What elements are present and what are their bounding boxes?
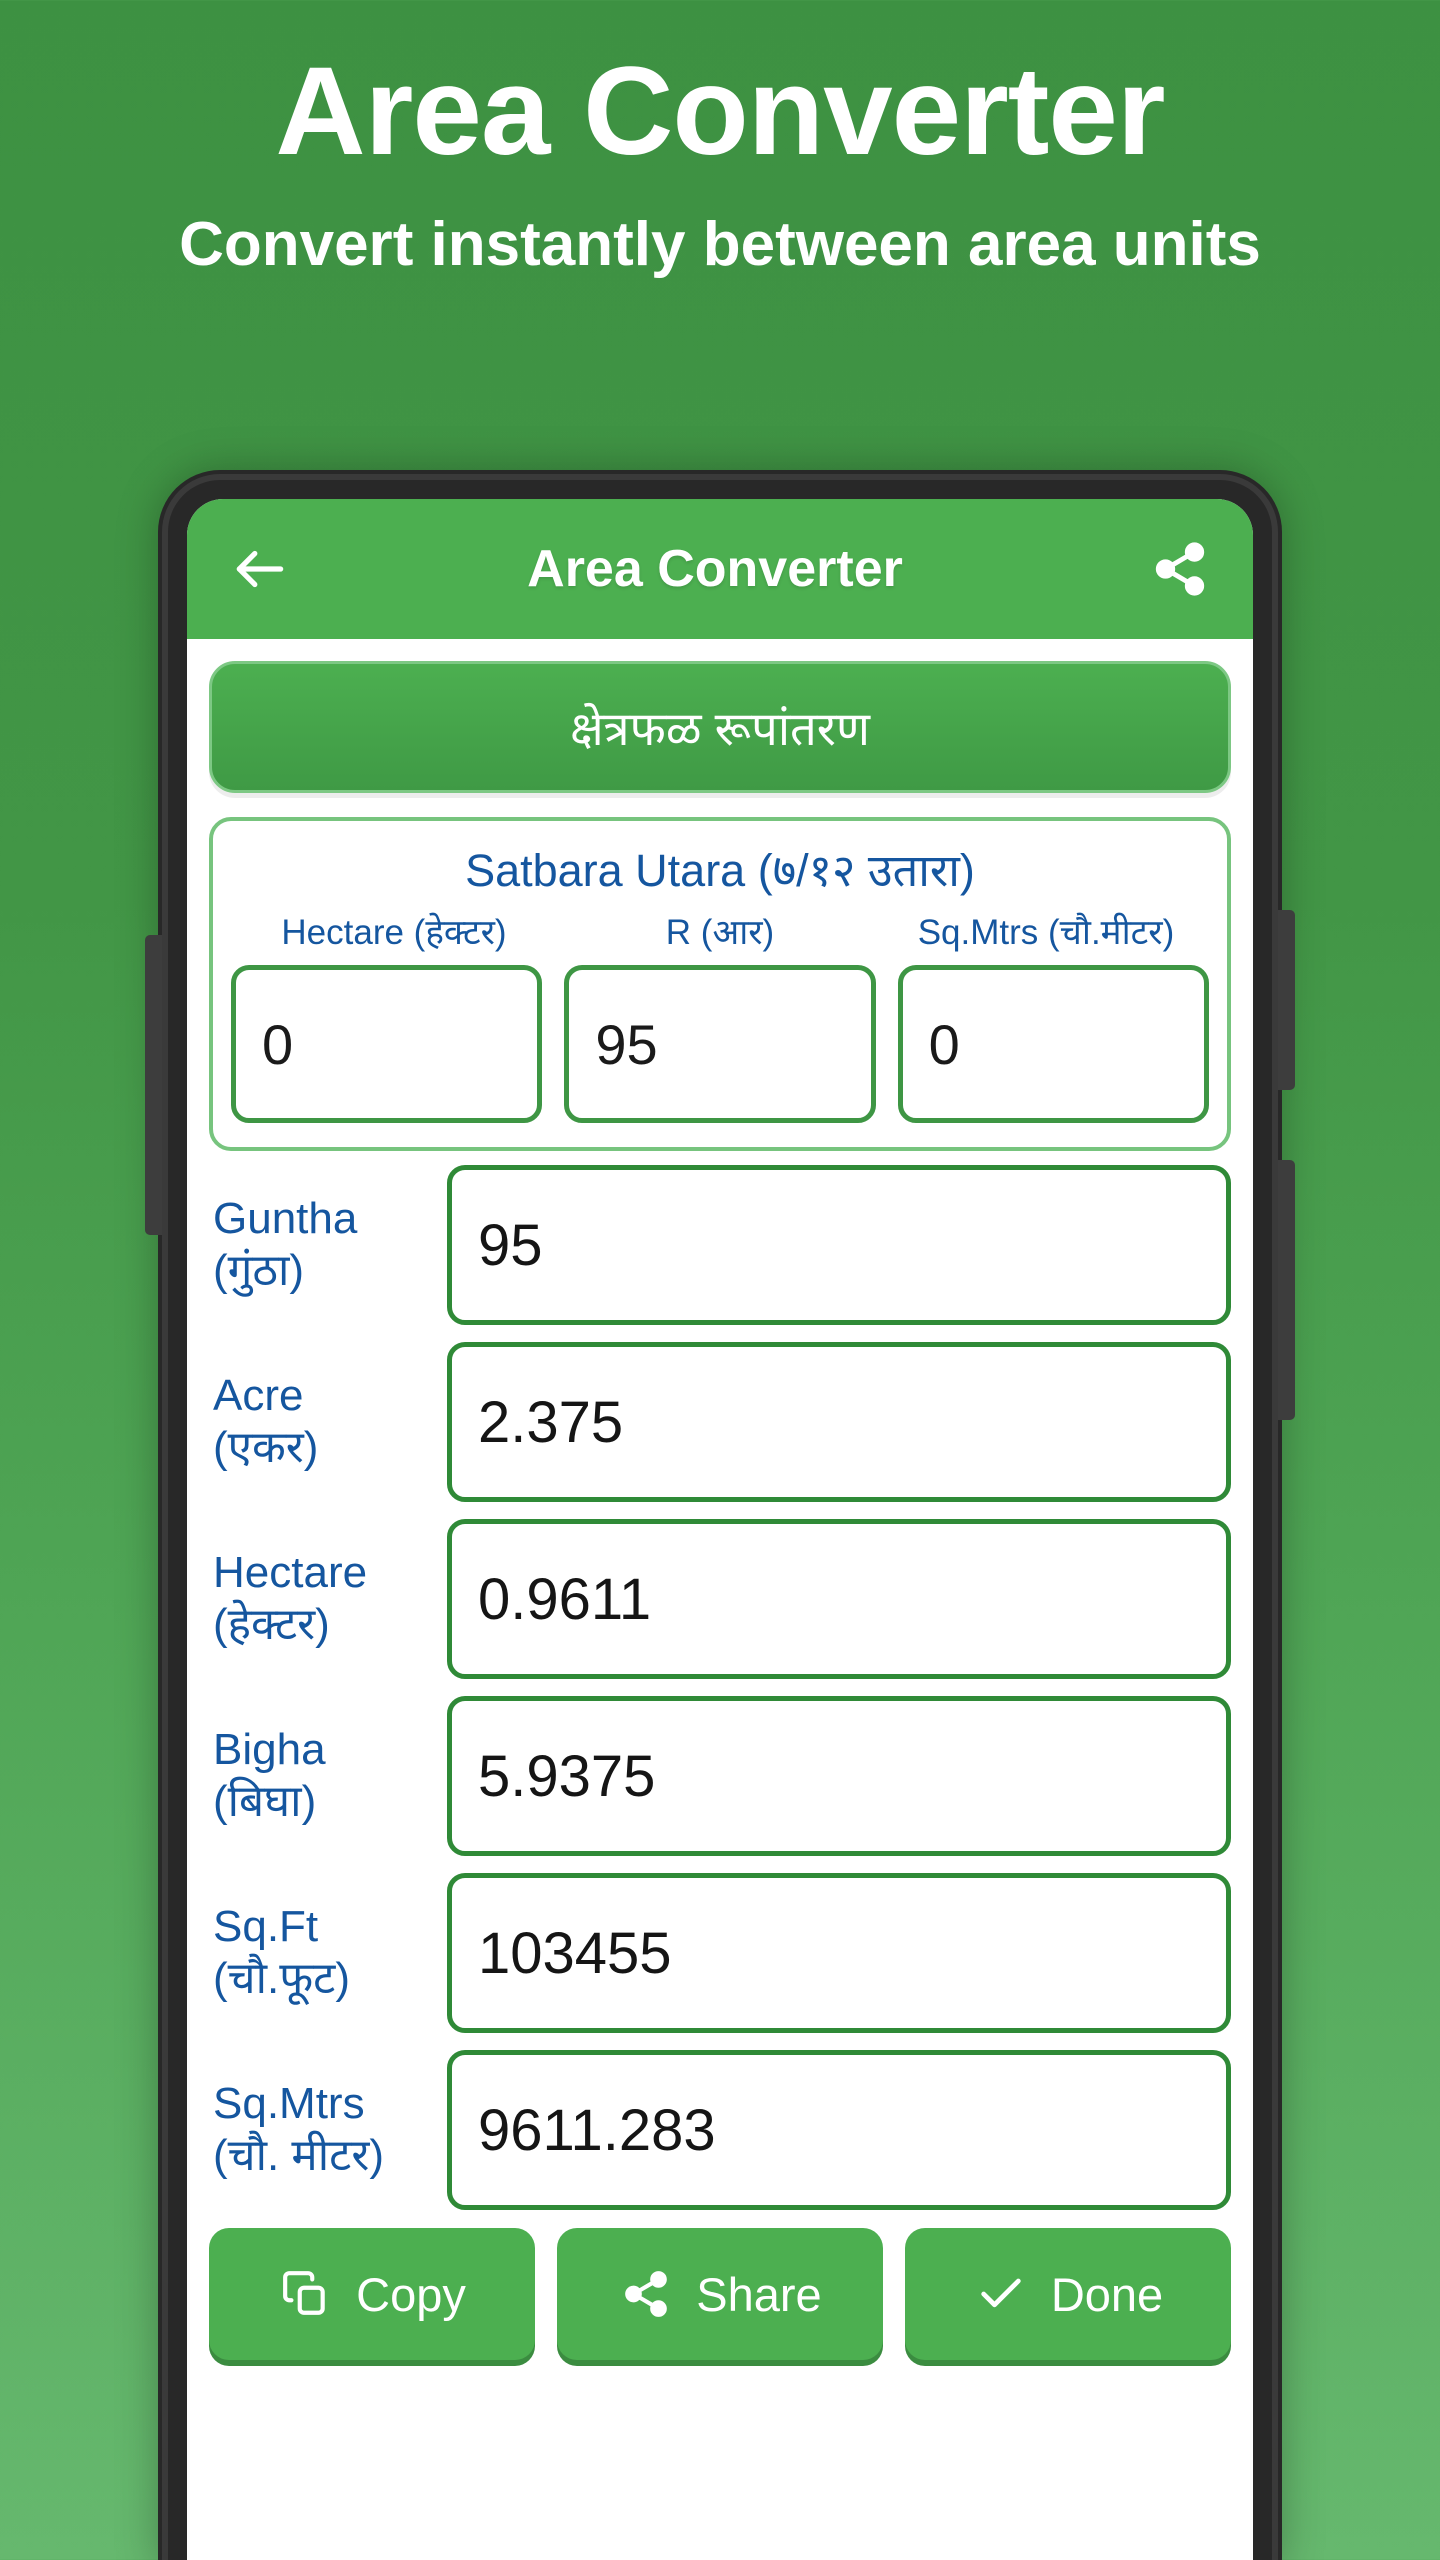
share-button[interactable]: Share: [557, 2228, 883, 2360]
satbara-label-r: R (आर): [665, 913, 775, 952]
conversion-label-bigha-mr: (बिघा): [213, 1777, 317, 1826]
promo-title: Area Converter: [275, 42, 1165, 181]
conversion-label-acre-mr: (एकर): [213, 1423, 319, 1472]
marathi-title-label: क्षेत्रफळ रूपांतरण: [569, 702, 871, 755]
conversion-label-sqmtrs-mr: (चौ. मीटर): [213, 2131, 384, 2180]
conversion-label-guntha: Guntha (गुंठा): [209, 1193, 447, 1297]
conversion-label-hectare-mr: (हेक्टर): [213, 1600, 330, 1649]
satbara-label-hectare: Hectare (हेक्टर): [281, 913, 507, 952]
conversion-value-guntha[interactable]: 95: [447, 1165, 1231, 1325]
phone-volume-button[interactable]: [145, 935, 162, 1235]
satbara-input-sqmtrs[interactable]: 0: [897, 965, 1209, 1123]
done-button[interactable]: Done: [905, 2228, 1231, 2360]
conversion-row-sqft: Sq.Ft (चौ.फूट) 103455: [209, 1873, 1231, 2033]
phone-mockup: Area Converter क्षेत्रफळ रूपांतरण Satbar…: [145, 470, 1295, 2560]
conversion-row-guntha: Guntha (गुंठा) 95: [209, 1165, 1231, 1325]
share-icon: [618, 2266, 674, 2322]
conversion-label-sqft: Sq.Ft (चौ.फूट): [209, 1901, 447, 2005]
conversion-label-bigha-en: Bigha: [213, 1725, 326, 1775]
app-bar-title: Area Converter: [527, 540, 903, 598]
conversion-value-hectare[interactable]: 0.9611: [447, 1519, 1231, 1679]
app-content: क्षेत्रफळ रूपांतरण Satbara Utara (७/१२ उ…: [187, 639, 1253, 2386]
satbara-label-sqmtrs: Sq.Mtrs (चौ.मीटर): [917, 913, 1175, 952]
app-bar-share-button[interactable]: [1147, 536, 1213, 602]
conversion-value-sqmtrs[interactable]: 9611.283: [447, 2050, 1231, 2210]
app-bar: Area Converter: [187, 499, 1253, 639]
conversion-value-acre[interactable]: 2.375: [447, 1342, 1231, 1502]
conversion-row-hectare: Hectare (हेक्टर) 0.9611: [209, 1519, 1231, 1679]
conversion-value-sqft[interactable]: 103455: [447, 1873, 1231, 2033]
satbara-utara-card: Satbara Utara (७/१२ उतारा) Hectare (हेक्…: [209, 817, 1231, 1151]
conversion-row-acre: Acre (एकर) 2.375: [209, 1342, 1231, 1502]
marathi-title-banner[interactable]: क्षेत्रफळ रूपांतरण: [209, 661, 1231, 793]
conversion-label-hectare-en: Hectare: [213, 1548, 368, 1598]
conversion-label-sqmtrs-en: Sq.Mtrs: [213, 2079, 365, 2129]
conversion-label-guntha-mr: (गुंठा): [213, 1246, 305, 1295]
copy-button-label: Copy: [356, 2267, 466, 2321]
satbara-input-r[interactable]: 95: [564, 965, 876, 1123]
phone-screen: Area Converter क्षेत्रफळ रूपांतरण Satbar…: [187, 499, 1253, 2560]
done-button-label: Done: [1050, 2267, 1164, 2321]
conversion-label-sqft-en: Sq.Ft: [213, 1902, 319, 1952]
conversion-label-sqft-mr: (चौ.फूट): [213, 1954, 350, 2003]
conversion-rows: Guntha (गुंठा) 95 Acre (एकर) 2.375 Hecta…: [209, 1165, 1231, 2210]
conversion-label-acre: Acre (एकर): [209, 1370, 447, 1474]
promo-subtitle: Convert instantly between area units: [179, 210, 1261, 280]
conversion-label-bigha: Bigha (बिघा): [209, 1724, 447, 1828]
conversion-row-sqmtrs: Sq.Mtrs (चौ. मीटर) 9611.283: [209, 2050, 1231, 2210]
satbara-input-group: 0 95 0: [231, 965, 1209, 1123]
conversion-label-sqmtrs: Sq.Mtrs (चौ. मीटर): [209, 2078, 447, 2182]
share-button-label: Share: [696, 2267, 822, 2321]
check-icon: [973, 2266, 1029, 2322]
conversion-label-guntha-en: Guntha: [213, 1194, 358, 1244]
satbara-utara-title: Satbara Utara (७/१२ उतारा): [465, 845, 975, 896]
conversion-label-acre-en: Acre: [213, 1371, 304, 1421]
copy-icon: [278, 2266, 334, 2322]
action-button-bar: Copy Share Done: [209, 2228, 1231, 2386]
conversion-row-bigha: Bigha (बिघा) 5.9375: [209, 1696, 1231, 1856]
conversion-label-hectare: Hectare (हेक्टर): [209, 1547, 447, 1651]
arrow-left-icon: [229, 538, 291, 600]
share-icon: [1151, 540, 1209, 598]
satbara-input-hectare[interactable]: 0: [231, 965, 543, 1123]
satbara-field-labels: Hectare (हेक्टर) R (आर) Sq.Mtrs (चौ.मीटर…: [231, 908, 1209, 955]
phone-side-button-top[interactable]: [1278, 910, 1295, 1090]
phone-power-button[interactable]: [1278, 1160, 1295, 1420]
promo-header: Area Converter Convert instantly between…: [0, 0, 1440, 279]
copy-button[interactable]: Copy: [209, 2228, 535, 2360]
conversion-value-bigha[interactable]: 5.9375: [447, 1696, 1231, 1856]
